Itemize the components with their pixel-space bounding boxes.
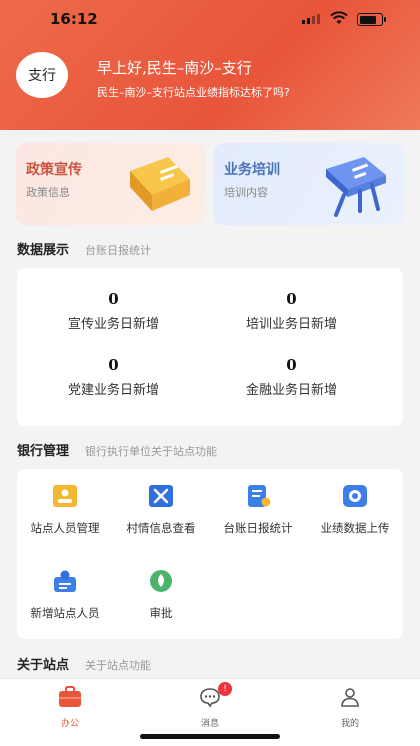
section-title: 关于站点 [17,658,70,673]
notification-badge: ! [218,682,232,696]
function-label: 台账日报统计 [223,521,293,535]
stat-party[interactable]: 0 党建业务日新增 [17,356,210,398]
about-section-header: 关于站点 关于站点功能 [17,654,151,673]
tools-icon [149,485,173,507]
signal-icon [302,14,320,24]
stat-label: 宣传业务日新增 [67,317,159,332]
greeting-text: 早上好,民生–南沙–支行 [97,59,252,77]
function-label: 站点人员管理 [30,521,100,535]
stat-label: 金融业务日新增 [245,383,337,398]
stat-finance[interactable]: 0 金融业务日新增 [195,356,388,398]
section-subtitle: 台账日报统计 [85,244,152,257]
status-time: 16:12 [50,10,98,28]
site-staff-button[interactable]: 站点人员管理 [17,484,113,536]
stat-label: 党建业务日新增 [67,383,159,398]
tab-label: 消息 [200,719,219,729]
village-info-button[interactable]: 村情信息查看 [113,484,209,536]
avatar[interactable]: 支行 [16,52,68,98]
tab-profile[interactable]: 我的 [280,686,420,729]
stat-publicity[interactable]: 0 宣传业务日新增 [17,290,210,332]
id-card-icon [53,485,77,507]
bank-functions-card: 站点人员管理 村情信息查看 台账日报统计 业绩数据上传 新增站点人员 审批 [17,469,403,639]
briefcase-icon [59,686,81,707]
battery-icon [357,13,386,26]
stat-label: 培训业务日新增 [245,317,337,332]
add-staff-button[interactable]: 新增站点人员 [17,569,113,621]
function-label: 村情信息查看 [126,521,196,535]
stat-value: 0 [108,356,119,374]
stat-value: 0 [108,290,119,308]
function-label: 业绩数据上传 [320,521,390,535]
report-icon [248,485,271,507]
approval-button[interactable]: 审批 [113,569,209,621]
wifi-icon [330,11,348,24]
section-subtitle: 银行执行单位关于站点功能 [85,445,218,458]
add-person-icon [54,570,76,592]
policy-promo-card[interactable]: 政策宣传 政策信息 [16,143,206,225]
training-promo-card[interactable]: 业务培训 培训内容 [214,143,404,225]
status-bar: 16:12 [0,0,420,40]
promo-title: 业务培训 [224,162,280,178]
board-3d-icon [326,157,386,217]
home-indicator [140,734,280,739]
user-icon [341,688,359,707]
stats-card: 0 宣传业务日新增 0 培训业务日新增 0 党建业务日新增 0 金融业务日新增 [17,268,403,426]
stat-value: 0 [286,290,297,308]
section-title: 数据展示 [17,243,70,258]
promo-subtitle: 政策信息 [26,186,70,199]
tab-messages[interactable]: ! 消息 [140,682,280,729]
data-section-header: 数据展示 台账日报统计 [17,239,151,258]
folder-3d-icon [130,157,190,211]
promo-subtitle: 培训内容 [224,186,268,199]
section-title: 银行管理 [17,444,70,459]
tab-label: 办公 [60,719,79,729]
approve-icon [150,570,172,592]
header-banner: 16:12 支行 早上好,民生–南沙–支行 民生–南沙–支行站点业绩指标达标了吗… [0,0,420,130]
section-subtitle: 关于站点功能 [85,659,152,672]
promo-title: 政策宣传 [26,162,82,178]
function-label: 审批 [149,606,173,620]
stat-training[interactable]: 0 培训业务日新增 [195,290,388,332]
tab-office[interactable]: 办公 [0,686,140,729]
greeting-subtitle: 民生–南沙–支行站点业绩指标达标了吗? [97,86,290,99]
upload-icon [343,485,367,507]
stat-value: 0 [286,356,297,374]
daily-report-button[interactable]: 台账日报统计 [210,484,306,536]
tab-label: 我的 [340,719,359,729]
function-label: 新增站点人员 [30,606,100,620]
performance-upload-button[interactable]: 业绩数据上传 [307,484,403,536]
bank-section-header: 银行管理 银行执行单位关于站点功能 [17,440,217,459]
